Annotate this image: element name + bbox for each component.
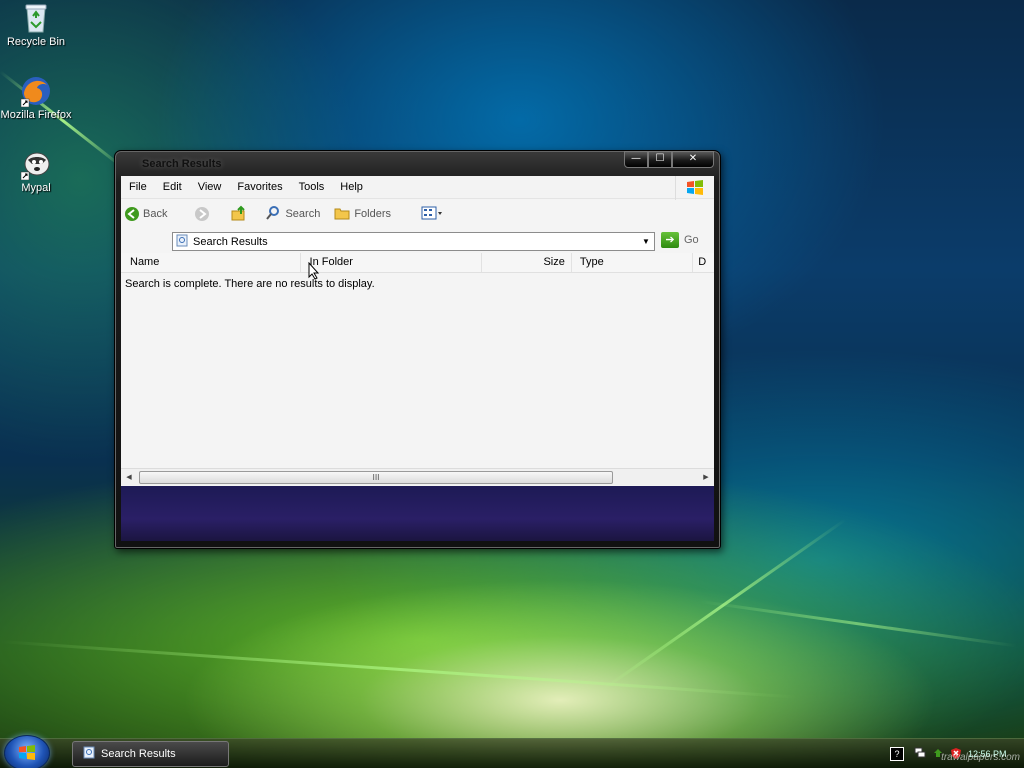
- views-icon: [421, 206, 443, 223]
- column-header-date[interactable]: D: [693, 253, 714, 272]
- scroll-right-icon[interactable]: ▶: [698, 469, 714, 485]
- desktop-icon-mypal[interactable]: Mypal: [0, 148, 73, 194]
- horizontal-scrollbar[interactable]: ◀ III ▶: [121, 468, 714, 485]
- address-dropdown-icon[interactable]: ▼: [640, 233, 652, 250]
- results-list: Name In Folder Size Type D Search is com…: [121, 253, 714, 463]
- taskbar-button-search-results[interactable]: Search Results: [72, 741, 229, 767]
- column-headers: Name In Folder Size Type D: [121, 253, 714, 273]
- details-pane: [121, 486, 714, 541]
- mypal-icon: [20, 148, 52, 181]
- address-value: Search Results: [193, 235, 268, 248]
- mouse-cursor-icon: [308, 261, 320, 284]
- menu-edit[interactable]: Edit: [155, 181, 190, 193]
- folders-label: Folders: [354, 208, 392, 220]
- menu-file[interactable]: File: [121, 181, 155, 193]
- address-row: Search Results ▼ ➔ Go: [121, 229, 714, 253]
- up-folder-button[interactable]: [231, 205, 251, 224]
- maximize-button[interactable]: ☐: [648, 151, 672, 168]
- scroll-thumb[interactable]: III: [139, 471, 613, 484]
- go-label: Go: [684, 234, 699, 246]
- empty-results-message: Search is complete. There are no results…: [125, 278, 375, 290]
- column-header-name[interactable]: Name: [121, 253, 301, 272]
- desktop-icon-recycle-bin[interactable]: Recycle Bin: [0, 2, 73, 48]
- start-button[interactable]: [4, 735, 50, 768]
- menu-view[interactable]: View: [190, 181, 230, 193]
- search-button[interactable]: Search: [265, 205, 320, 224]
- wallpaper-streak: [0, 640, 799, 699]
- search-results-doc-icon: [176, 234, 188, 250]
- column-header-in-folder[interactable]: In Folder: [301, 253, 483, 272]
- column-header-type[interactable]: Type: [572, 253, 694, 272]
- close-button[interactable]: ✕: [672, 151, 714, 168]
- column-header-size[interactable]: Size: [482, 253, 572, 272]
- folders-icon: [334, 206, 350, 223]
- taskbar-button-label: Search Results: [101, 748, 176, 760]
- network-icon[interactable]: [914, 747, 926, 761]
- minimize-button[interactable]: —: [624, 151, 648, 168]
- watermark: trawalpapers.com: [941, 752, 1020, 763]
- back-label: Back: [143, 208, 168, 220]
- recycle-bin-icon: [20, 2, 52, 34]
- go-arrow-icon: ➔: [661, 232, 679, 248]
- back-button[interactable]: Back: [125, 207, 167, 221]
- scroll-left-icon[interactable]: ◀: [121, 469, 137, 485]
- menu-favorites[interactable]: Favorites: [229, 181, 290, 193]
- desktop-icon-label: Mypal: [21, 182, 51, 194]
- search-label: Search: [285, 208, 321, 220]
- forward-arrow-icon: [195, 207, 210, 221]
- search-results-taskbar-icon: [83, 746, 95, 762]
- windows-logo-icon: [675, 176, 714, 200]
- back-arrow-icon: [125, 207, 139, 221]
- toolbar: Back Search Folders: [121, 199, 714, 229]
- views-button[interactable]: [421, 206, 447, 223]
- search-results-window: Search Results — ☐ ✕ File Edit View Favo…: [114, 150, 721, 549]
- window-client-area: File Edit View Favorites Tools Help Back…: [121, 176, 714, 541]
- address-field[interactable]: Search Results ▼: [172, 232, 655, 251]
- up-folder-icon: [231, 205, 247, 224]
- menu-bar: File Edit View Favorites Tools Help: [121, 176, 714, 200]
- caption-buttons: — ☐ ✕: [624, 151, 714, 168]
- title-bar[interactable]: Search Results — ☐ ✕: [115, 151, 720, 175]
- firefox-icon: [20, 75, 52, 108]
- forward-button[interactable]: [195, 207, 213, 221]
- help-icon[interactable]: ?: [890, 747, 904, 761]
- windows-flag-icon: [19, 745, 35, 760]
- desktop-icon-label: Mozilla Firefox: [0, 109, 72, 121]
- folders-button[interactable]: Folders: [334, 206, 391, 223]
- window-title: Search Results: [142, 158, 222, 170]
- search-icon: [265, 205, 281, 224]
- desktop-icon-label: Recycle Bin: [6, 36, 66, 48]
- menu-help[interactable]: Help: [332, 181, 371, 193]
- desktop-icon-firefox[interactable]: Mozilla Firefox: [0, 75, 73, 121]
- menu-tools[interactable]: Tools: [291, 181, 333, 193]
- wallpaper-streak: [699, 600, 1018, 648]
- go-button[interactable]: ➔ Go: [661, 232, 699, 248]
